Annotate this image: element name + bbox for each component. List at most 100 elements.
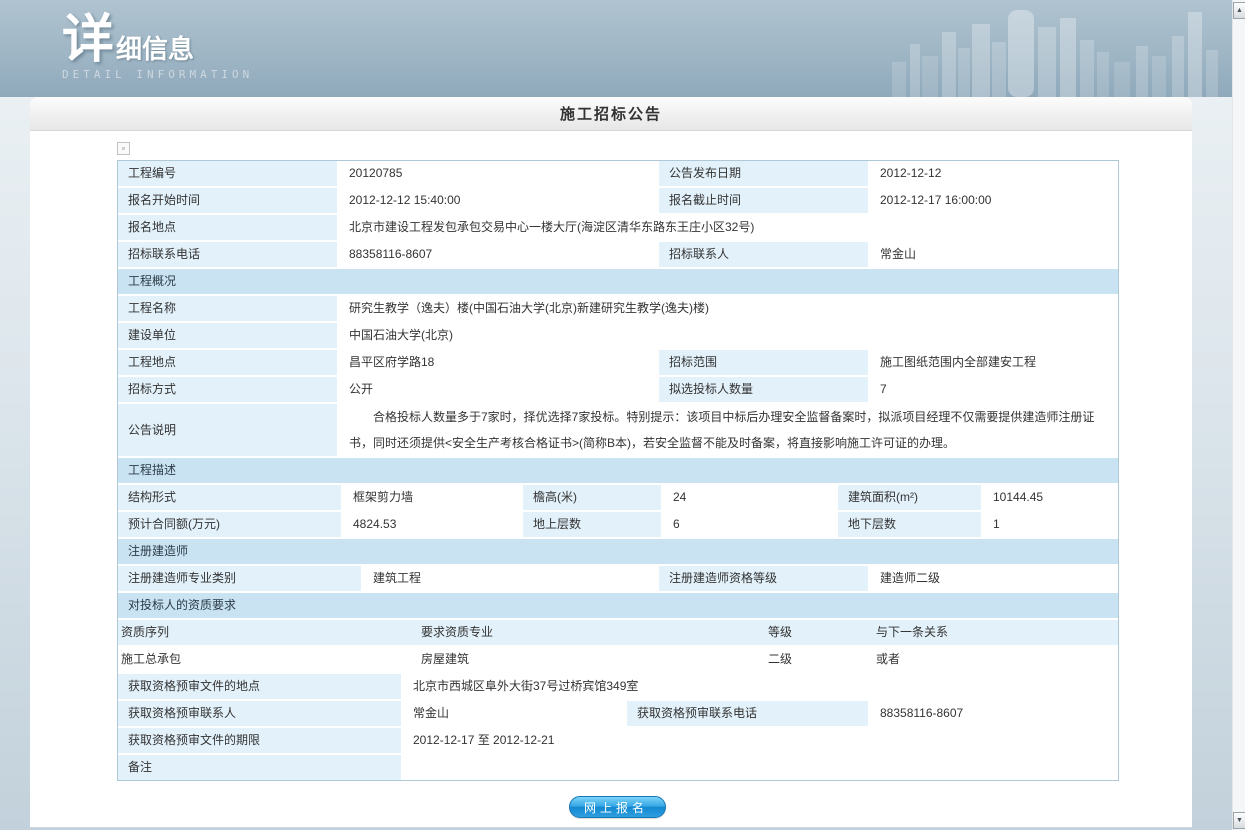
qual-header-major: 要求资质专业 bbox=[421, 620, 493, 645]
page-title: 施工招标公告 bbox=[560, 103, 662, 124]
builder-major-label: 注册建造师专业类别 bbox=[118, 566, 361, 591]
prequal-phone-label: 获取资格预审联系电话 bbox=[627, 701, 868, 726]
bid-method-label: 招标方式 bbox=[118, 377, 337, 402]
announce-date-value: 2012-12-12 bbox=[870, 161, 1118, 186]
prequal-period-label: 获取资格预审文件的期限 bbox=[118, 728, 401, 753]
table-row: 注册建造师 bbox=[118, 539, 1118, 564]
prequal-place-label: 获取资格预审文件的地点 bbox=[118, 674, 401, 699]
eave-height-label: 檐高(米) bbox=[523, 485, 661, 510]
contract-amount-label: 预计合同额(万元) bbox=[118, 512, 341, 537]
build-area-value: 10144.45 bbox=[983, 485, 1118, 510]
table-row: 对投标人的资质要求 bbox=[118, 593, 1118, 618]
contract-amount-value: 4824.53 bbox=[343, 512, 521, 537]
builder-grade-value: 建造师二级 bbox=[870, 566, 1118, 591]
table-row: 资质序列 要求资质专业 等级 与下一条关系 bbox=[118, 620, 1118, 645]
table-row: 工程概况 bbox=[118, 269, 1118, 294]
logo-subtitle: DETAIL INFORMATION bbox=[62, 68, 253, 81]
project-place-label: 工程地点 bbox=[118, 350, 337, 375]
table-row: 招标联系电话 88358116-8607 招标联系人 常金山 bbox=[118, 242, 1118, 267]
qual-major-value: 房屋建筑 bbox=[421, 647, 469, 672]
table-row: 获取资格预审文件的地点 北京市西城区阜外大街37号过桥宾馆349室 bbox=[118, 674, 1118, 699]
qualification-header-row: 资质序列 要求资质专业 等级 与下一条关系 bbox=[118, 620, 1118, 645]
city-skyline-graphic bbox=[892, 0, 1222, 97]
table-row: 预计合同额(万元) 4824.53 地上层数 6 地下层数 1 bbox=[118, 512, 1118, 537]
signup-place-value: 北京市建设工程发包承包交易中心一楼大厅(海淀区清华东路东王庄小区32号) bbox=[339, 215, 1118, 240]
table-row: 备注 bbox=[118, 755, 1118, 780]
announce-note-value: 合格投标人数量多于7家时，择优选择7家投标。特别提示：该项目中标后办理安全监督备… bbox=[339, 404, 1118, 456]
section-builder: 注册建造师 bbox=[118, 539, 1118, 564]
logo-big-char: 详 bbox=[62, 16, 114, 64]
announce-note-label: 公告说明 bbox=[118, 404, 337, 456]
structure-type-label: 结构形式 bbox=[118, 485, 341, 510]
scroll-down-icon: ▼ bbox=[1236, 817, 1243, 824]
prequal-contact-value: 常金山 bbox=[403, 701, 625, 726]
site-logo: 详 细信息 DETAIL INFORMATION bbox=[62, 16, 253, 81]
signup-end-label: 报名截止时间 bbox=[659, 188, 868, 213]
broken-image-placeholder bbox=[117, 142, 130, 155]
prequal-period-value: 2012-12-17 至 2012-12-21 bbox=[403, 728, 1118, 753]
table-row: 工程地点 昌平区府学路18 招标范围 施工图纸范围内全部建安工程 bbox=[118, 350, 1118, 375]
table-row: 施工总承包 房屋建筑 二级 或者 bbox=[118, 647, 1118, 672]
scroll-down-button[interactable]: ▼ bbox=[1233, 812, 1245, 829]
signup-end-value: 2012-12-17 16:00:00 bbox=[870, 188, 1118, 213]
vertical-scrollbar[interactable]: ▲ ▼ bbox=[1232, 0, 1245, 830]
floors-below-value: 1 bbox=[983, 512, 1118, 537]
project-no-label: 工程编号 bbox=[118, 161, 337, 186]
floors-above-value: 6 bbox=[663, 512, 836, 537]
content-area: 工程编号 20120785 公告发布日期 2012-12-12 报名开始时间 2… bbox=[30, 131, 1192, 818]
bid-contact-value: 常金山 bbox=[870, 242, 1118, 267]
signup-start-label: 报名开始时间 bbox=[118, 188, 337, 213]
broken-image-dot bbox=[122, 147, 125, 150]
remark-value bbox=[403, 755, 1118, 780]
prequal-phone-value: 88358116-8607 bbox=[870, 701, 1118, 726]
remark-label: 备注 bbox=[118, 755, 401, 780]
table-row: 招标方式 公开 拟选投标人数量 7 bbox=[118, 377, 1118, 402]
table-row: 工程描述 bbox=[118, 458, 1118, 483]
button-bar: 网上报名 bbox=[117, 796, 1117, 818]
builder-grade-label: 注册建造师资格等级 bbox=[659, 566, 868, 591]
project-name-value: 研究生教学（逸夫）楼(中国石油大学(北京)新建研究生教学(逸夫)楼) bbox=[339, 296, 1118, 321]
build-unit-value: 中国石油大学(北京) bbox=[339, 323, 1118, 348]
signup-start-value: 2012-12-12 15:40:00 bbox=[339, 188, 657, 213]
build-area-label: 建筑面积(m²) bbox=[838, 485, 981, 510]
qual-series-value: 施工总承包 bbox=[121, 647, 181, 672]
floors-above-label: 地上层数 bbox=[523, 512, 661, 537]
structure-type-value: 框架剪力墙 bbox=[343, 485, 521, 510]
qual-header-relation: 与下一条关系 bbox=[876, 620, 948, 645]
announce-date-label: 公告发布日期 bbox=[659, 161, 868, 186]
table-row: 报名地点 北京市建设工程发包承包交易中心一楼大厅(海淀区清华东路东王庄小区32号… bbox=[118, 215, 1118, 240]
project-name-label: 工程名称 bbox=[118, 296, 337, 321]
online-signup-button[interactable]: 网上报名 bbox=[569, 796, 666, 818]
scroll-up-icon: ▲ bbox=[1236, 7, 1243, 14]
bid-phone-value: 88358116-8607 bbox=[339, 242, 657, 267]
details-table: 工程编号 20120785 公告发布日期 2012-12-12 报名开始时间 2… bbox=[117, 160, 1119, 781]
bid-contact-label: 招标联系人 bbox=[659, 242, 868, 267]
table-row: 报名开始时间 2012-12-12 15:40:00 报名截止时间 2012-1… bbox=[118, 188, 1118, 213]
builder-major-value: 建筑工程 bbox=[363, 566, 657, 591]
scroll-up-button[interactable]: ▲ bbox=[1233, 2, 1245, 19]
eave-height-value: 24 bbox=[663, 485, 836, 510]
bid-scope-label: 招标范围 bbox=[659, 350, 868, 375]
bidder-count-value: 7 bbox=[870, 377, 1118, 402]
table-row: 建设单位 中国石油大学(北京) bbox=[118, 323, 1118, 348]
qual-header-grade: 等级 bbox=[768, 620, 792, 645]
qual-header-series: 资质序列 bbox=[121, 620, 169, 645]
page-banner: 详 细信息 DETAIL INFORMATION bbox=[0, 0, 1232, 97]
section-overview: 工程概况 bbox=[118, 269, 1118, 294]
bid-phone-label: 招标联系电话 bbox=[118, 242, 337, 267]
section-qualification: 对投标人的资质要求 bbox=[118, 593, 1118, 618]
bidder-count-label: 拟选投标人数量 bbox=[659, 377, 868, 402]
qual-relation-value: 或者 bbox=[876, 647, 900, 672]
logo-text: 细信息 bbox=[116, 34, 194, 64]
section-description: 工程描述 bbox=[118, 458, 1118, 483]
prequal-contact-label: 获取资格预审联系人 bbox=[118, 701, 401, 726]
table-row: 工程名称 研究生教学（逸夫）楼(中国石油大学(北京)新建研究生教学(逸夫)楼) bbox=[118, 296, 1118, 321]
title-bar: 施工招标公告 bbox=[30, 97, 1192, 131]
bid-scope-value: 施工图纸范围内全部建安工程 bbox=[870, 350, 1118, 375]
table-row: 公告说明 合格投标人数量多于7家时，择优选择7家投标。特别提示：该项目中标后办理… bbox=[118, 404, 1118, 456]
table-row: 获取资格预审联系人 常金山 获取资格预审联系电话 88358116-8607 bbox=[118, 701, 1118, 726]
floors-below-label: 地下层数 bbox=[838, 512, 981, 537]
detail-panel: 施工招标公告 工程编号 20120785 公告发布日期 2012-12-12 报… bbox=[30, 97, 1192, 828]
table-row: 获取资格预审文件的期限 2012-12-17 至 2012-12-21 bbox=[118, 728, 1118, 753]
qual-grade-value: 二级 bbox=[768, 647, 792, 672]
